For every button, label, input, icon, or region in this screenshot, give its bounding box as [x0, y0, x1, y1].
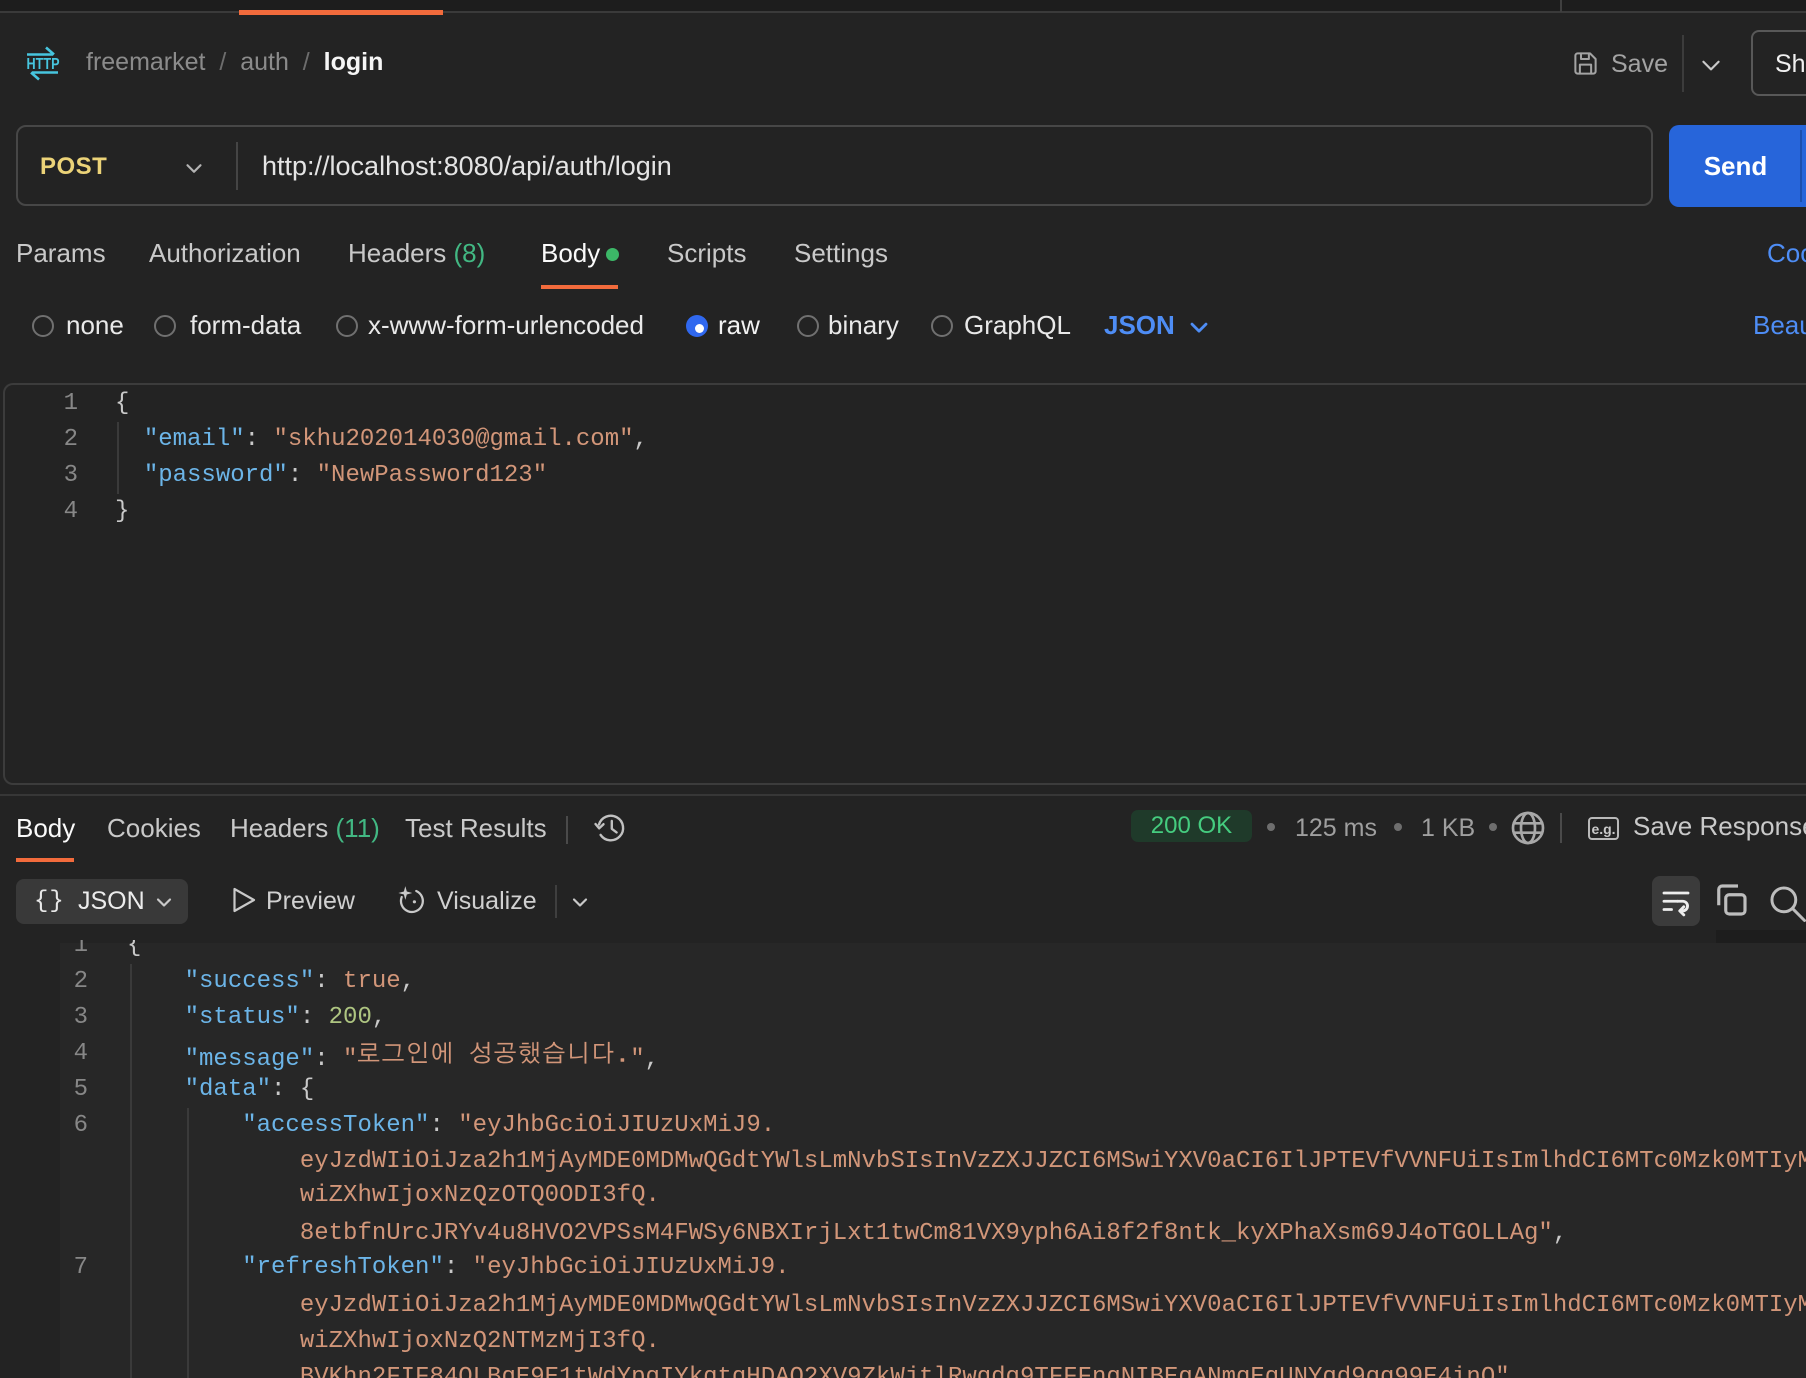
svg-text:HTTP: HTTP [27, 56, 60, 73]
